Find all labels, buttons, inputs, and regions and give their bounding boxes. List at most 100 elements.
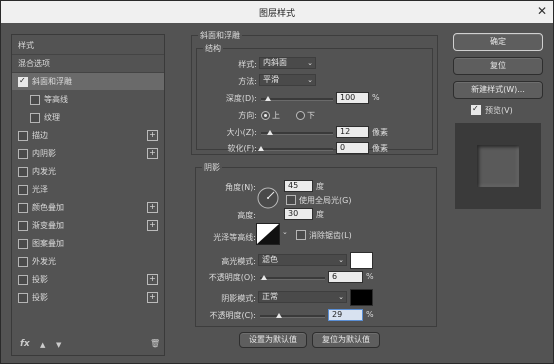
direction-label: 方向: xyxy=(238,111,257,120)
add-effect-icon[interactable]: + xyxy=(147,220,158,231)
make-default-button[interactable]: 设置为默认值 xyxy=(239,332,307,348)
soften-slider-knob[interactable] xyxy=(258,146,264,151)
ok-button[interactable]: 确定 xyxy=(453,33,543,51)
add-effect-icon[interactable]: + xyxy=(147,130,158,141)
sidebar-item[interactable]: 投影 + xyxy=(12,271,164,288)
soften-input[interactable]: 0 xyxy=(336,142,369,154)
sidebar-item-checkbox[interactable] xyxy=(18,131,28,141)
highlight-mode-dropdown[interactable]: 滤色 ⌄ xyxy=(258,254,347,266)
sidebar-item-label: 颜色叠加 xyxy=(32,203,64,212)
shadow-opacity-knob[interactable] xyxy=(275,313,282,318)
sidebar-item[interactable]: 渐变叠加 + xyxy=(12,217,164,234)
depth-label: 深度(D): xyxy=(225,94,257,103)
sidebar-item-label: 样式 xyxy=(18,41,34,50)
style-list-footer: fx ▲ ▼ 🗑 xyxy=(12,335,164,355)
move-up-icon[interactable]: ▲ xyxy=(40,341,45,349)
sidebar-item-label: 图案叠加 xyxy=(32,239,64,248)
depth-input[interactable]: 100 xyxy=(336,92,369,104)
direction-down-radio[interactable] xyxy=(296,111,305,120)
sidebar-item-label: 渐变叠加 xyxy=(32,221,64,230)
direction-up-label: 上 xyxy=(272,111,280,120)
size-slider-knob[interactable] xyxy=(266,130,273,135)
sidebar-item-checkbox[interactable] xyxy=(18,76,28,87)
sidebar-item-label: 纹理 xyxy=(44,113,60,122)
soften-unit: 像素 xyxy=(372,144,388,153)
sidebar-item[interactable]: 等高线 xyxy=(12,91,164,108)
sidebar-item-checkbox[interactable] xyxy=(18,239,28,249)
sidebar-item[interactable]: 光泽 xyxy=(12,181,164,198)
sidebar-item-label: 描边 xyxy=(32,131,48,140)
technique-dropdown[interactable]: 平滑 ⌄ xyxy=(259,74,316,86)
highlight-opacity-slider[interactable] xyxy=(260,275,325,280)
depth-slider[interactable] xyxy=(261,96,333,101)
antialias-checkbox[interactable] xyxy=(296,230,306,240)
shadow-mode-value: 正常 xyxy=(262,292,278,301)
sidebar-item-checkbox[interactable] xyxy=(18,203,28,213)
sidebar-item-checkbox[interactable] xyxy=(18,185,28,195)
sidebar-item-checkbox[interactable] xyxy=(18,275,28,285)
angle-input[interactable]: 45 xyxy=(284,180,313,192)
sidebar-item[interactable]: 样式 xyxy=(12,37,164,55)
highlight-mode-label: 高光模式: xyxy=(221,257,256,266)
add-effect-icon[interactable]: + xyxy=(147,274,158,285)
reset-button[interactable]: 复位 xyxy=(453,57,543,75)
angle-dial[interactable] xyxy=(256,186,280,210)
size-input[interactable]: 12 xyxy=(336,126,369,138)
chevron-down-icon[interactable]: ⌄ xyxy=(282,228,288,236)
sidebar-item[interactable]: 纹理 xyxy=(12,109,164,126)
altitude-input[interactable]: 30 xyxy=(284,208,313,220)
global-light-checkbox[interactable] xyxy=(286,195,296,205)
shadow-opacity-input[interactable]: 29 xyxy=(328,309,363,321)
direction-up-radio[interactable] xyxy=(261,111,270,120)
highlight-opacity-input[interactable]: 6 xyxy=(328,271,363,283)
sidebar-item[interactable]: 内阴影 + xyxy=(12,145,164,162)
sidebar-item-label: 投影 xyxy=(32,293,48,302)
sidebar-item-checkbox[interactable] xyxy=(18,167,28,177)
sidebar-item[interactable]: 斜面和浮雕 xyxy=(12,73,164,90)
add-effect-icon[interactable]: + xyxy=(147,148,158,159)
reset-default-button[interactable]: 复位为默认值 xyxy=(312,332,380,348)
sidebar-item-checkbox[interactable] xyxy=(30,95,40,105)
depth-slider-knob[interactable] xyxy=(265,96,272,101)
sidebar-item-checkbox[interactable] xyxy=(18,149,28,159)
preview-checkbox[interactable] xyxy=(471,104,481,115)
sidebar-item-label: 外发光 xyxy=(32,257,56,266)
add-effect-icon[interactable]: + xyxy=(147,292,158,303)
shadow-color-swatch[interactable] xyxy=(350,289,373,306)
new-style-button[interactable]: 新建样式(W)... xyxy=(453,81,543,99)
bevel-style-dropdown[interactable]: 内斜面 ⌄ xyxy=(259,57,316,69)
sidebar-item[interactable]: 描边 + xyxy=(12,127,164,144)
chevron-down-icon: ⌄ xyxy=(307,76,313,84)
shadow-opacity-slider[interactable] xyxy=(260,313,325,318)
sidebar-item[interactable]: 颜色叠加 + xyxy=(12,199,164,216)
highlight-opacity-knob[interactable] xyxy=(260,275,267,280)
sidebar-item-label: 内发光 xyxy=(32,167,56,176)
close-icon[interactable]: ✕ xyxy=(537,4,547,18)
gloss-contour-preview[interactable] xyxy=(256,223,280,245)
sidebar-item[interactable]: 投影 + xyxy=(12,289,164,306)
shadow-opacity-label: 不透明度(C): xyxy=(209,311,256,320)
size-slider[interactable] xyxy=(261,130,333,135)
sidebar-item[interactable]: 图案叠加 xyxy=(12,235,164,252)
sidebar-item-checkbox[interactable] xyxy=(18,293,28,303)
move-down-icon[interactable]: ▼ xyxy=(56,341,61,349)
soften-label: 软化(F): xyxy=(227,144,257,153)
style-label: 样式: xyxy=(238,60,257,69)
sidebar-item[interactable]: 内发光 xyxy=(12,163,164,180)
fx-icon[interactable]: fx xyxy=(20,339,30,349)
sidebar-item-checkbox[interactable] xyxy=(18,257,28,267)
sidebar-item-checkbox[interactable] xyxy=(18,221,28,231)
highlight-color-swatch[interactable] xyxy=(350,252,373,269)
size-unit: 像素 xyxy=(372,128,388,137)
trash-icon[interactable]: 🗑 xyxy=(150,339,160,348)
sidebar-item-checkbox[interactable] xyxy=(30,113,40,123)
chevron-down-icon: ⌄ xyxy=(307,59,313,67)
soften-slider[interactable] xyxy=(258,146,333,151)
add-effect-icon[interactable]: + xyxy=(147,202,158,213)
highlight-mode-value: 滤色 xyxy=(262,255,278,264)
sidebar-item[interactable]: 混合选项 xyxy=(12,55,164,73)
shadow-mode-dropdown[interactable]: 正常 ⌄ xyxy=(258,291,347,303)
shadow-mode-label: 阴影模式: xyxy=(221,294,256,303)
bevel-emboss-title: 斜面和浮雕 xyxy=(198,30,242,41)
sidebar-item[interactable]: 外发光 xyxy=(12,253,164,270)
